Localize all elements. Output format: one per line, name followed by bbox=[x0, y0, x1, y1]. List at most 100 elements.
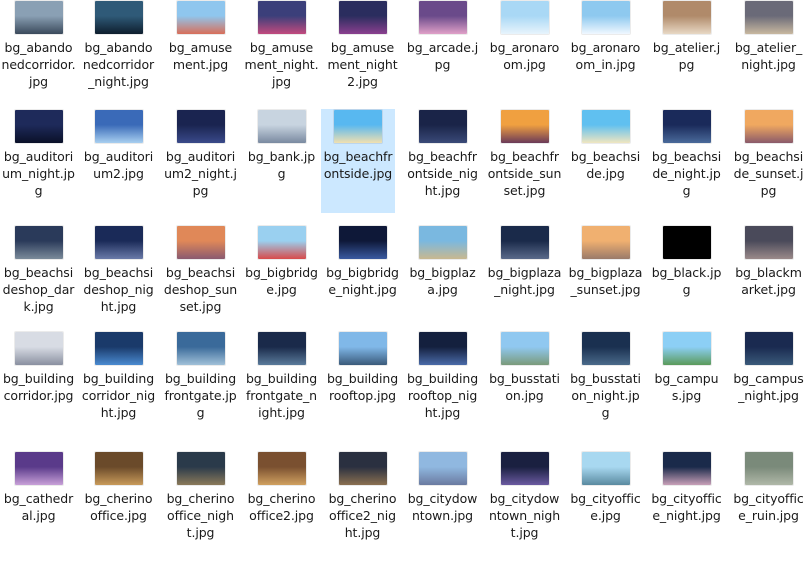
file-item[interactable]: bg_beachfrontside_night.jpg bbox=[404, 109, 481, 221]
image-thumbnail-icon bbox=[418, 226, 467, 259]
file-name: bg_buildingcorridor.jpg bbox=[2, 371, 75, 403]
image-thumbnail-icon bbox=[418, 332, 467, 365]
file-item[interactable]: bg_abandonedcorridor_night.jpg bbox=[80, 0, 157, 112]
image-thumbnail-icon bbox=[581, 110, 630, 143]
file-item[interactable]: bg_cityoffice.jpg bbox=[567, 451, 644, 563]
file-item[interactable]: bg_cityoffice_ruin.jpg bbox=[730, 451, 807, 563]
file-item[interactable]: bg_buildingfrontgate.jpg bbox=[162, 331, 239, 443]
file-item[interactable]: bg_campus.jpg bbox=[648, 331, 725, 443]
file-item[interactable]: bg_aronaroom.jpg bbox=[486, 0, 563, 112]
file-item[interactable]: bg_buildingcorridor.jpg bbox=[0, 331, 77, 443]
file-item[interactable]: bg_atelier_night.jpg bbox=[730, 0, 807, 112]
file-name: bg_atelier.jpg bbox=[652, 40, 721, 72]
file-name: bg_auditorium2.jpg bbox=[83, 149, 154, 181]
file-item[interactable]: bg_cherinooffice_night.jpg bbox=[162, 451, 239, 563]
file-name: bg_cityoffice_night.jpg bbox=[651, 491, 722, 523]
file-name: bg_amusement_night2.jpg bbox=[327, 40, 398, 89]
file-name: bg_cherinooffice2_night.jpg bbox=[328, 491, 397, 540]
file-item[interactable]: bg_arcade.jpg bbox=[404, 0, 481, 112]
file-item[interactable]: bg_amusement.jpg bbox=[162, 0, 239, 112]
file-item[interactable]: bg_auditorium_night.jpg bbox=[0, 109, 77, 221]
file-name: bg_cherinooffice_night.jpg bbox=[166, 491, 235, 540]
image-thumbnail-icon bbox=[257, 110, 306, 143]
image-thumbnail-icon bbox=[338, 452, 387, 485]
file-item[interactable]: bg_black.jpg bbox=[648, 225, 725, 337]
file-item[interactable]: bg_citydowntown_night.jpg bbox=[486, 451, 563, 563]
file-item[interactable]: bg_beachsideshop_sunset.jpg bbox=[162, 225, 239, 337]
file-item[interactable]: bg_bigplaza.jpg bbox=[404, 225, 481, 337]
file-item[interactable]: bg_beachsideshop_dark.jpg bbox=[0, 225, 77, 337]
file-name: bg_campus.jpg bbox=[654, 371, 719, 403]
file-item[interactable]: bg_campus_night.jpg bbox=[730, 331, 807, 443]
file-item[interactable]: bg_beachside.jpg bbox=[567, 109, 644, 221]
file-name: bg_amusement.jpg bbox=[168, 40, 233, 72]
file-name: bg_bigbridge_night.jpg bbox=[326, 265, 399, 297]
file-name: bg_buildingrooftop.jpg bbox=[326, 371, 399, 403]
image-thumbnail-icon bbox=[418, 1, 467, 34]
file-name: bg_buildingfrontgate_night.jpg bbox=[245, 371, 318, 420]
image-thumbnail-icon bbox=[744, 1, 793, 34]
file-item[interactable]: bg_auditorium2.jpg bbox=[80, 109, 157, 221]
image-thumbnail-icon bbox=[744, 332, 793, 365]
file-name: bg_busstation_night.jpg bbox=[570, 371, 641, 420]
image-thumbnail-icon bbox=[662, 226, 711, 259]
file-item[interactable]: bg_bigbridge.jpg bbox=[243, 225, 320, 337]
image-thumbnail-icon bbox=[581, 452, 630, 485]
file-item[interactable]: bg_busstation.jpg bbox=[486, 331, 563, 443]
file-item[interactable]: bg_cherinooffice.jpg bbox=[80, 451, 157, 563]
image-thumbnail-icon bbox=[176, 452, 225, 485]
file-name: bg_beachfrontside.jpg bbox=[323, 149, 393, 181]
image-thumbnail-icon bbox=[418, 110, 467, 143]
file-item[interactable]: bg_beachfrontside.jpg bbox=[321, 109, 395, 213]
file-item[interactable]: bg_blackmarket.jpg bbox=[730, 225, 807, 337]
file-item[interactable]: bg_atelier.jpg bbox=[648, 0, 725, 112]
file-item[interactable]: bg_buildingcorridor_night.jpg bbox=[80, 331, 157, 443]
image-thumbnail-icon bbox=[94, 452, 143, 485]
file-item[interactable]: bg_amusement_night2.jpg bbox=[324, 0, 401, 112]
file-item[interactable]: bg_abandonedcorridor.jpg bbox=[0, 0, 77, 112]
file-item[interactable]: bg_busstation_night.jpg bbox=[567, 331, 644, 443]
file-name: bg_buildingfrontgate.jpg bbox=[164, 371, 237, 420]
file-name: bg_cityoffice.jpg bbox=[570, 491, 641, 523]
file-item[interactable]: bg_bank.jpg bbox=[243, 109, 320, 221]
file-item[interactable]: bg_auditorium2_night.jpg bbox=[162, 109, 239, 221]
image-thumbnail-icon bbox=[94, 332, 143, 365]
image-thumbnail-icon bbox=[14, 332, 63, 365]
file-grid: bg_abandonedcorridor.jpg bg_abandonedcorr… bbox=[0, 0, 810, 551]
image-thumbnail-icon bbox=[581, 332, 630, 365]
image-thumbnail-icon bbox=[176, 1, 225, 34]
file-name: bg_abandonedcorridor_night.jpg bbox=[82, 40, 155, 89]
file-name: bg_buildingcorridor_night.jpg bbox=[81, 371, 156, 420]
file-item[interactable]: bg_cherinooffice2_night.jpg bbox=[324, 451, 401, 563]
file-item[interactable]: bg_buildingfrontgate_night.jpg bbox=[243, 331, 320, 443]
file-item[interactable]: bg_cityoffice_night.jpg bbox=[648, 451, 725, 563]
file-item[interactable]: bg_cherinooffice2.jpg bbox=[243, 451, 320, 563]
file-item[interactable]: bg_amusement_night.jpg bbox=[243, 0, 320, 112]
file-item[interactable]: bg_beachside_night.jpg bbox=[648, 109, 725, 221]
file-name: bg_cherinooffice2.jpg bbox=[247, 491, 316, 523]
file-item[interactable]: bg_citydowntown.jpg bbox=[404, 451, 481, 563]
file-item[interactable]: bg_cathedral.jpg bbox=[0, 451, 77, 563]
file-item[interactable]: bg_beachfrontside_sunset.jpg bbox=[486, 109, 563, 221]
file-name: bg_amusement_night.jpg bbox=[244, 40, 319, 89]
file-name: bg_aronaroom.jpg bbox=[489, 40, 560, 72]
file-name: bg_aronaroom_in.jpg bbox=[570, 40, 641, 72]
file-item[interactable]: bg_bigbridge_night.jpg bbox=[324, 225, 401, 337]
file-item[interactable]: bg_aronaroom_in.jpg bbox=[567, 0, 644, 112]
file-name: bg_citydowntown.jpg bbox=[407, 491, 478, 523]
file-item[interactable]: bg_beachsideshop_night.jpg bbox=[80, 225, 157, 337]
image-thumbnail-icon bbox=[338, 226, 387, 259]
image-thumbnail-icon bbox=[94, 226, 143, 259]
file-item[interactable]: bg_bigplaza_night.jpg bbox=[486, 225, 563, 337]
file-item[interactable]: bg_bigplaza_sunset.jpg bbox=[567, 225, 644, 337]
file-item[interactable]: bg_buildingrooftop.jpg bbox=[324, 331, 401, 443]
file-name: bg_campus_night.jpg bbox=[733, 371, 804, 403]
file-name: bg_beachfrontside_sunset.jpg bbox=[487, 149, 562, 198]
file-item[interactable]: bg_beachside_sunset.jpg bbox=[730, 109, 807, 221]
file-name: bg_bigplaza_sunset.jpg bbox=[568, 265, 643, 297]
image-thumbnail-icon bbox=[662, 332, 711, 365]
image-thumbnail-icon bbox=[14, 110, 63, 143]
image-thumbnail-icon bbox=[14, 226, 63, 259]
file-item[interactable]: bg_buildingrooftop_night.jpg bbox=[404, 331, 481, 443]
file-name: bg_blackmarket.jpg bbox=[735, 265, 802, 297]
